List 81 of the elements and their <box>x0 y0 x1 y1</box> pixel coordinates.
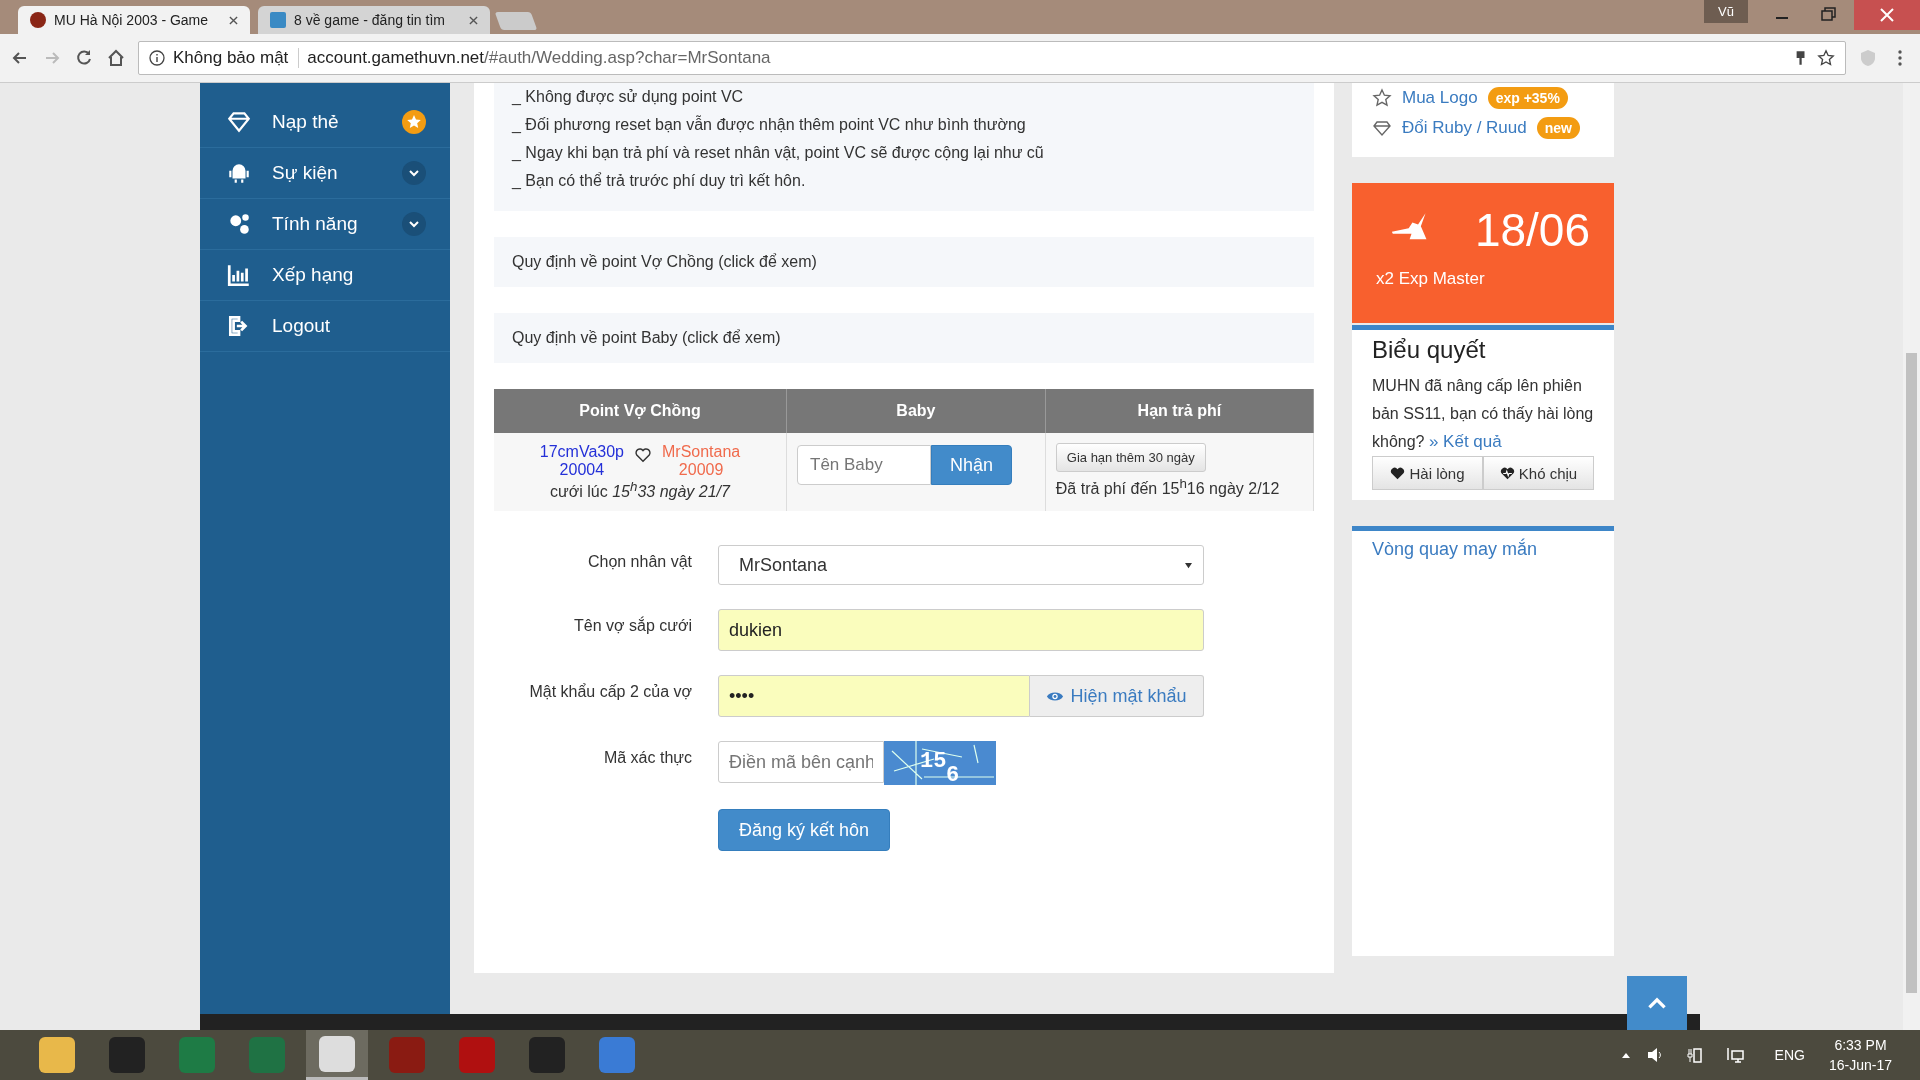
favicon-icon <box>30 12 46 28</box>
sidebar-item[interactable]: Xếp hạng <box>200 250 450 301</box>
show-password-button[interactable]: Hiện mật khẩu <box>1030 675 1204 718</box>
close-icon[interactable] <box>1854 0 1920 30</box>
sidebar-item[interactable]: Nạp thẻ <box>200 97 450 148</box>
field-label: Mật khẩu cấp 2 của vợ <box>528 682 692 702</box>
url-text: account.gamethuvn.net/#auth/Wedding.asp?char=MrSontana <box>307 48 771 68</box>
vote-button[interactable]: Hài lòng <box>1372 456 1483 490</box>
caret-icon <box>1184 561 1193 569</box>
close-icon[interactable] <box>469 15 478 25</box>
poll-question: MUHN đã nâng cấp lên phiên bản SS11, bạn có thấy hài lòng không? » Kết quả <box>1372 376 1594 453</box>
diamond-icon <box>226 109 252 135</box>
badge: exp +35% <box>1487 87 1568 109</box>
note-text: _ Không được sử dụng point VC <box>512 87 745 107</box>
sidebar-item[interactable]: Logout <box>200 301 450 352</box>
scroll-to-top-button[interactable] <box>1627 976 1687 1030</box>
chevron-up-icon[interactable] <box>1620 1051 1631 1059</box>
star-icon[interactable] <box>1817 49 1835 67</box>
info-icon <box>149 50 165 66</box>
diamond-icon <box>1372 118 1392 138</box>
badge: new <box>1536 117 1580 139</box>
chevron-down-icon[interactable] <box>402 212 426 236</box>
text-field[interactable]: dukien <box>718 609 1204 652</box>
sidebar-link[interactable]: Đổi Ruby / Ruud <box>1402 118 1527 138</box>
receive-button[interactable]: Nhận <box>931 445 1013 485</box>
network-icon[interactable] <box>1724 1045 1745 1065</box>
lucky-wheel-link[interactable]: Vòng quay may mắn <box>1372 539 1538 559</box>
sidebar-item[interactable]: Tính năng <box>200 199 450 250</box>
event-date: 18/06 <box>1474 203 1590 257</box>
event-caption: x2 Exp Master <box>1376 269 1486 289</box>
eye-icon <box>1046 689 1065 703</box>
browser-tab[interactable]: 8 về game - đăng tin tìm <box>258 6 490 34</box>
vote-button[interactable]: Khó chịu <box>1483 456 1594 490</box>
field-label: Tên vợ sắp cưới <box>573 615 692 636</box>
register-marriage-button[interactable]: Đăng ký kết hôn <box>718 809 891 852</box>
collapsible-panel[interactable]: Quy định về point Baby (click để xem) <box>494 313 1314 363</box>
captcha-image: 156 <box>884 741 996 786</box>
chevron-down-icon[interactable] <box>402 161 426 185</box>
close-icon[interactable] <box>229 15 238 25</box>
husband-point: 20004 <box>558 461 606 479</box>
baby-name-field[interactable]: Tên Baby <box>797 445 931 485</box>
favicon-icon <box>270 12 286 28</box>
password-field[interactable]: •••• <box>718 675 1030 718</box>
extend-button[interactable]: Gia hạn thêm 30 ngày <box>1055 443 1206 472</box>
profile-button[interactable]: Vũ <box>1704 0 1748 23</box>
note-text: _ Đối phương reset bạn vẫn được nhận thêm point VC như bình thường <box>512 115 1027 135</box>
address-bar[interactable]: Không bảo mật account.gamethuvn.net/#auth/Wedding.asp?char=MrSontana <box>138 41 1846 75</box>
wife-point: 20009 <box>677 461 725 479</box>
note-text: _ Bạn có thể trả trước phí duy trì kết hôn. <box>512 171 807 191</box>
captcha-field[interactable]: Điền mã bên cạnh <box>718 741 884 784</box>
column-header: Point Vợ Chồng <box>494 389 787 433</box>
results-link[interactable]: » Kết quả <box>1428 432 1502 451</box>
bar-chart-icon <box>226 262 252 288</box>
home-icon[interactable] <box>106 48 126 68</box>
wife-name: MrSontana <box>661 443 741 461</box>
taskbar-app[interactable] <box>306 1030 368 1080</box>
wedding-time: cưới lúc 15$^{h}$33 ngày 21/7 <box>549 479 732 502</box>
husband-name: 17cmVa30p <box>539 443 624 461</box>
scrollbar[interactable] <box>1903 83 1920 1030</box>
sidebar-item[interactable]: Sự kiện <box>200 148 450 199</box>
app-icon <box>599 1037 635 1073</box>
language-indicator[interactable]: ENG <box>1774 1047 1805 1063</box>
heart-icon <box>1390 466 1406 480</box>
clock[interactable]: 6:33 PM 16-Jun-17 <box>1828 1037 1892 1073</box>
security-label: Không bảo mật <box>173 48 300 68</box>
field-label: Mã xác thực <box>602 748 692 768</box>
browser-tab[interactable]: MU Hà Nội 2003 - Game <box>18 6 250 34</box>
collapsible-panel[interactable]: Quy định về point Vợ Chồng (click để xem) <box>494 237 1314 287</box>
heart-icon <box>633 447 652 463</box>
reload-icon[interactable] <box>74 48 94 68</box>
sidebar-link[interactable]: Mua Logo <box>1402 88 1478 108</box>
poll-title: Biểu quyết <box>1372 336 1487 364</box>
heartbeat-icon <box>1499 466 1515 480</box>
field-label: Chọn nhân vật <box>586 552 692 572</box>
column-header: Baby <box>786 389 1046 433</box>
star-icon <box>1372 88 1392 108</box>
note-text: _ Ngay khi bạn trả phí và reset nhân vật, point VC sẽ được cộng lại như cũ <box>512 143 1045 163</box>
column-header: Hạn trả phí <box>1045 389 1314 433</box>
character-select[interactable]: MrSontana <box>718 545 1204 586</box>
paid-until-text: Đã trả phí đến 15$^{h}$16 ngày 2/12 <box>1055 476 1281 499</box>
star-badge-icon <box>402 110 426 134</box>
